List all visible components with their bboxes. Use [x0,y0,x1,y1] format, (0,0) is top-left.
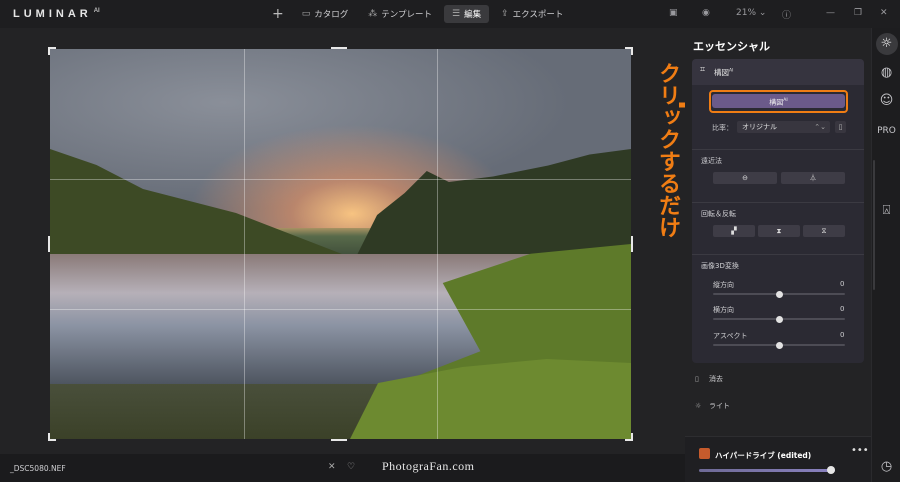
hyperdrive-track[interactable] [699,469,835,472]
perspective-horizontal-button[interactable]: ⏃ [781,172,845,184]
wand-icon: ⁂ [368,9,378,19]
bottom-bar: _DSC5080.NEF ✕ ♡ [0,454,685,482]
more-options-icon[interactable]: ••• [851,445,869,456]
crop-grid-line [50,309,631,310]
hyperdrive-bar: ハイパードライブ (edited) ••• [685,436,871,482]
ratio-lock-icon[interactable]: ▯ [835,121,846,133]
panel-scrollbar[interactable] [873,160,875,290]
filename: _DSC5080.NEF [10,464,66,473]
tab-catalog[interactable]: ▭ カタログ [294,5,357,23]
crop-handle-top[interactable] [331,47,347,49]
zoom-level[interactable]: 21% ⌄ [736,8,766,18]
rotate-icon: ▞ [731,227,737,235]
tool-category-bar: ☼ ◍ ☺ PRO ⍓ ◷ [871,28,900,482]
rotate-flip-label: 回転＆反転 [701,210,736,218]
folder-icon: ▭ [301,9,311,19]
ratio-label: 比率： [712,124,733,132]
annotation-text: クリックするだけ [655,62,680,238]
portrait-icon[interactable]: ☺ [872,90,900,112]
hyperdrive-knob[interactable] [826,466,835,474]
hyperdrive-icon [699,448,710,459]
crop-grid-line [437,49,438,439]
main-nav: + ▭ カタログ ⁂ テンプレート ☰ 編集 ⇪ エクスポート [272,5,571,23]
crop-handle-left[interactable] [48,236,50,252]
creative-icon[interactable]: ◍ [872,62,900,84]
sliders-icon: ☰ [452,9,461,19]
minimize-icon[interactable]: — [826,8,835,18]
crop-handle-bottom-left[interactable] [48,433,56,441]
ratio-select[interactable]: オリジナル ⌃⌄ [737,121,830,133]
info-icon[interactable]: ⓘ [782,8,791,21]
crop-handle-top-right[interactable] [625,47,633,55]
sun-icon: ☼ [695,402,702,410]
panel-title: エッセンシャル [693,40,770,53]
pro-icon[interactable]: PRO [872,120,900,142]
transform3d-label: 画像3D変換 [701,262,739,270]
add-button[interactable]: + [272,6,284,22]
crop-grid-line [50,179,631,180]
perspective-horizontal-icon: ⏃ [809,174,817,182]
app-logo: LUMINAR AI [13,8,100,20]
restore-icon[interactable]: ❐ [854,8,862,18]
crop-handle-top-left[interactable] [48,47,56,55]
composition-header[interactable]: ⌗ 構図AI [692,59,864,85]
perspective-label: 遠近法 [701,157,722,165]
divider [692,149,864,150]
crop-grid-line [244,49,245,439]
slider-aspect-label: アスペクト [713,332,748,340]
rotate-button[interactable]: ▞ [713,225,755,237]
top-bar: LUMINAR AI + ▭ カタログ ⁂ テンプレート ☰ 編集 ⇪ エクスポー… [0,0,900,28]
slider-horizontal-label: 横方向 [713,306,734,314]
history-icon[interactable]: ◷ [872,456,900,478]
eraser-icon: ▯ [695,375,699,383]
crop-handle-right[interactable] [631,236,633,252]
slider-vertical-knob[interactable] [775,290,783,298]
tools-panel: エッセンシャル ⌗ 構図AI 構図AI 比率： オリジナル ⌃⌄ ▯ 遠近法 ⊖ … [685,28,871,482]
highlight-box [709,90,848,113]
hyperdrive-label: ハイパードライブ (edited) [715,451,812,460]
slider-horizontal-value: 0 [840,305,845,313]
flip-horizontal-icon: ⧗ [776,227,782,235]
slider-vertical-value: 0 [840,280,845,288]
tab-export[interactable]: ⇪ エクスポート [493,5,571,23]
perspective-vertical-button[interactable]: ⊖ [713,172,777,184]
local-masking-icon[interactable]: ⍓ [872,200,900,222]
composition-tool-card: ⌗ 構図AI 構図AI 比率： オリジナル ⌃⌄ ▯ 遠近法 ⊖ ⏃ 回転＆反転 … [692,59,864,363]
slider-aspect-value: 0 [840,331,845,339]
preview-eye-icon[interactable]: ◉ [702,8,710,18]
crop-handle-bottom[interactable] [331,439,347,441]
flip-vertical-button[interactable]: ⧖ [803,225,845,237]
essentials-icon[interactable]: ☼ [872,33,900,55]
perspective-vertical-icon: ⊖ [742,174,748,182]
watermark: PhotograFan.com [382,459,475,473]
tab-edit[interactable]: ☰ 編集 [444,5,490,23]
close-icon[interactable]: ✕ [880,8,888,18]
slider-horizontal-knob[interactable] [775,315,783,323]
divider [692,254,864,255]
export-icon: ⇪ [501,9,509,19]
crop-icon: ⌗ [700,65,706,75]
tool-erase[interactable]: ▯ 消去 [695,374,723,384]
slider-aspect-knob[interactable] [775,341,783,349]
reject-icon[interactable]: ✕ [328,462,336,472]
favorite-heart-icon[interactable]: ♡ [347,462,355,472]
flip-vertical-icon: ⧖ [821,227,827,235]
crop-handle-bottom-right[interactable] [625,433,633,441]
slider-vertical-label: 縦方向 [713,281,734,289]
tool-light[interactable]: ☼ ライト [695,401,730,411]
photo-preview[interactable] [50,49,631,439]
compare-icon[interactable]: ▣ [669,8,678,18]
flip-horizontal-button[interactable]: ⧗ [758,225,800,237]
tab-templates[interactable]: ⁂ テンプレート [360,5,440,23]
divider [692,202,864,203]
